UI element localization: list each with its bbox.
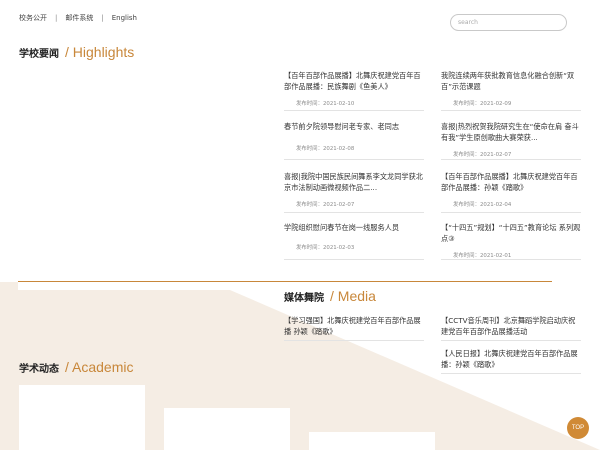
news-item[interactable]: 学院组织慰问春节在岗一线服务人员 发布时间：2021-02-03 <box>284 222 424 260</box>
highlights-title-en: / Highlights <box>65 44 135 60</box>
media-divider <box>284 340 424 341</box>
media-item[interactable]: 【CCTV音乐周刊】北京舞蹈学院启动庆祝建党百年百部作品展播活动 <box>441 315 581 341</box>
media-title[interactable]: 【CCTV音乐周刊】北京舞蹈学院启动庆祝建党百年百部作品展播活动 <box>441 315 581 337</box>
news-divider <box>284 259 424 260</box>
news-date: 发布时间：2021-02-03 <box>296 245 355 251</box>
news-item[interactable]: 喜报|我院中国民族民间舞系李文龙同学获北京市法制动画微视频作品二... 发布时间… <box>284 171 424 213</box>
news-date: 发布时间：2021-02-08 <box>296 146 355 152</box>
news-title[interactable]: 春节前夕院领导慰问老专家、老同志 <box>284 121 424 132</box>
academic-card[interactable] <box>309 432 435 450</box>
news-divider <box>441 159 581 160</box>
separator: | <box>101 14 104 22</box>
link-public-affairs[interactable]: 校务公开 <box>19 13 47 23</box>
news-title[interactable]: 喜报|我院中国民族民间舞系李文龙同学获北京市法制动画微视频作品二... <box>284 171 424 193</box>
news-item[interactable]: 我院连续两年获批教育信息化融合创新“双百”示范课题 发布时间：2021-02-0… <box>441 70 581 111</box>
academic-heading: 学术动态 / Academic <box>19 359 133 375</box>
top-links-bar: 校务公开 | 邮件系统 | English <box>19 13 137 23</box>
media-title-en: / Media <box>330 288 376 304</box>
news-title[interactable]: 学院组织慰问春节在岗一线服务人员 <box>284 222 424 233</box>
news-date: 发布时间：2021-02-07 <box>296 202 355 208</box>
news-divider <box>441 212 581 213</box>
news-item[interactable]: 【百年百部作品展播】北舞庆祝建党百年百部作品展播：民族舞剧《鱼美人》 发布时间：… <box>284 70 424 111</box>
link-english[interactable]: English <box>112 14 137 22</box>
news-title[interactable]: 【百年百部作品展播】北舞庆祝建党百年百部作品展播：民族舞剧《鱼美人》 <box>284 70 424 92</box>
news-date: 发布时间：2021-02-01 <box>453 253 512 259</box>
news-item[interactable]: 【百年百部作品展播】北舞庆祝建党百年百部作品展播：孙颖《踏歌》 发布时间：202… <box>441 171 581 213</box>
news-date: 发布时间：2021-02-07 <box>453 152 512 158</box>
news-divider <box>441 259 581 260</box>
academic-title-en: / Academic <box>65 359 134 375</box>
academic-title-cn: 学术动态 <box>19 364 59 375</box>
media-title[interactable]: 【学习强国】北舞庆祝建党百年百部作品展播 孙颖《踏歌》 <box>284 315 424 337</box>
media-divider <box>441 340 581 341</box>
news-divider <box>284 159 424 160</box>
academic-card[interactable] <box>19 385 145 450</box>
news-divider <box>284 110 424 111</box>
separator: | <box>55 14 58 22</box>
media-item[interactable]: 【人民日报】北舞庆祝建党百年百部作品展播：孙颖《踏歌》 <box>441 348 581 374</box>
news-title[interactable]: 喜报|热烈祝贺我院研究生在“使命在肩 奋斗有我”学生原创歌曲大赛荣获... <box>441 121 581 143</box>
media-title[interactable]: 【人民日报】北舞庆祝建党百年百部作品展播：孙颖《踏歌》 <box>441 348 581 370</box>
media-heading: 媒体舞院 / Media <box>284 288 376 304</box>
link-mail-system[interactable]: 邮件系统 <box>65 13 93 23</box>
news-item[interactable]: 喜报|热烈祝贺我院研究生在“使命在肩 奋斗有我”学生原创歌曲大赛荣获... 发布… <box>441 121 581 160</box>
news-title[interactable]: 【百年百部作品展播】北舞庆祝建党百年百部作品展播：孙颖《踏歌》 <box>441 171 581 193</box>
media-item[interactable]: 【学习强国】北舞庆祝建党百年百部作品展播 孙颖《踏歌》 <box>284 315 424 341</box>
search-input[interactable] <box>450 14 567 31</box>
back-to-top-button[interactable]: TOP <box>567 417 589 439</box>
news-divider <box>284 212 424 213</box>
news-title[interactable]: 我院连续两年获批教育信息化融合创新“双百”示范课题 <box>441 70 581 92</box>
highlights-heading: 学校要闻 / Highlights <box>19 44 134 60</box>
media-title-cn: 媒体舞院 <box>284 293 324 304</box>
news-item[interactable]: 春节前夕院领导慰问老专家、老同志 发布时间：2021-02-08 <box>284 121 424 160</box>
news-date: 发布时间：2021-02-10 <box>296 101 355 107</box>
news-date: 发布时间：2021-02-09 <box>453 101 512 107</box>
news-date: 发布时间：2021-02-04 <box>453 202 512 208</box>
section-divider <box>18 281 552 282</box>
news-item[interactable]: 【“十四五”规划】“十四五”教育论坛 系列观点③ 发布时间：2021-02-01 <box>441 222 581 260</box>
highlights-title-cn: 学校要闻 <box>19 49 59 60</box>
academic-card[interactable] <box>164 408 290 450</box>
media-divider <box>441 373 581 374</box>
news-title[interactable]: 【“十四五”规划】“十四五”教育论坛 系列观点③ <box>441 222 581 244</box>
news-divider <box>441 110 581 111</box>
